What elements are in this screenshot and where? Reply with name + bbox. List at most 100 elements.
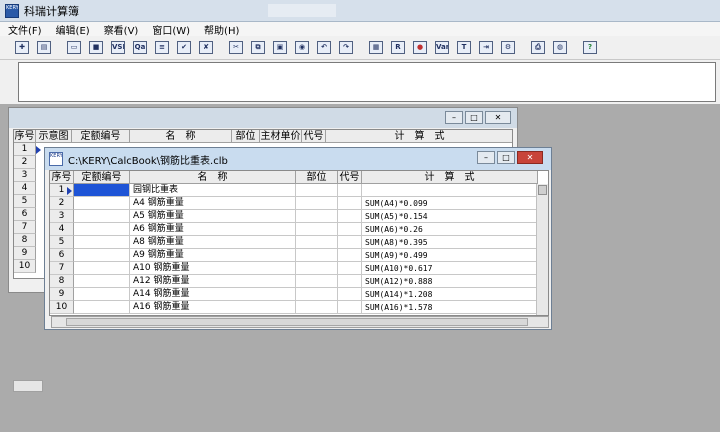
preview-icon[interactable]: ◍ [550,38,570,58]
delete-icon[interactable]: ✘ [196,38,216,58]
copy-icon[interactable]: ⧉ [248,38,268,58]
menu-view[interactable]: 察看(V) [96,22,145,37]
find-icon[interactable]: ◉ [292,38,312,58]
part-cell[interactable] [296,249,338,262]
code-cell[interactable] [338,262,362,275]
print-setup-icon[interactable]: ⚙ [498,38,518,58]
horizontal-scroll-thumb[interactable] [66,318,528,326]
quota-number-cell[interactable] [74,210,130,223]
r-icon[interactable]: R [388,38,408,58]
vertical-scrollbar[interactable] [536,184,548,315]
quota-number-cell[interactable] [74,197,130,210]
name-cell[interactable]: A14 钢筋重量 [130,288,296,301]
quota-number-cell[interactable] [74,236,130,249]
menu-window[interactable]: 窗口(W) [144,22,196,37]
part-cell[interactable] [296,301,338,314]
code-cell[interactable] [338,249,362,262]
check-icon[interactable]: ✔ [174,38,194,58]
part-cell[interactable] [296,210,338,223]
child-titlebar-back[interactable]: – □ ✕ [9,108,517,128]
table-row[interactable]: 2 A4 钢筋重量 SUM(A4)*0.099 [50,197,538,210]
code-cell[interactable] [338,223,362,236]
paste-icon[interactable]: ▣ [270,38,290,58]
menu-help[interactable]: 帮助(H) [196,22,245,37]
table-row[interactable]: 7 A10 钢筋重量 SUM(A10)*0.617 [50,262,538,275]
formula-input[interactable] [18,62,716,102]
formula-cell[interactable]: SUM(A5)*0.154 [362,210,538,223]
grid-front[interactable]: 序号 定额编号 名 称 部位 代号 计 算 式 1 园钢比重表 2 A4 钢筋重… [49,170,549,316]
name-cell[interactable]: A10 钢筋重量 [130,262,296,275]
menu-file[interactable]: 文件(F) [0,22,48,37]
name-cell[interactable]: A4 钢筋重量 [130,197,296,210]
code-cell[interactable] [338,275,362,288]
print-icon[interactable]: ⎙ [528,38,548,58]
undo-icon[interactable]: ↶ [314,38,334,58]
formula-cell[interactable]: SUM(A16)*1.578 [362,301,538,314]
formula-cell[interactable]: SUM(A14)*1.208 [362,288,538,301]
help-icon[interactable]: ? [580,38,600,58]
quota-number-cell[interactable] [74,288,130,301]
name-cell[interactable]: A12 钢筋重量 [130,275,296,288]
close-icon[interactable]: ✕ [485,111,511,124]
save-as-icon[interactable]: ▭ [64,38,84,58]
formula-cell[interactable]: SUM(A10)*0.617 [362,262,538,275]
vsb-icon[interactable]: VSB [108,38,128,58]
quota-number-cell[interactable] [74,223,130,236]
var-icon[interactable]: Var [432,38,452,58]
horizontal-scrollbar-back[interactable] [13,380,43,392]
part-cell[interactable] [296,197,338,210]
cut-icon[interactable]: ✂ [226,38,246,58]
maximize-icon[interactable]: □ [465,111,483,124]
table-row[interactable]: 4 A6 钢筋重量 SUM(A6)*0.26 [50,223,538,236]
color-icon[interactable]: ● [410,38,430,58]
quota-number-cell[interactable] [74,184,130,197]
part-cell[interactable] [296,223,338,236]
table-row[interactable]: 5 A8 钢筋重量 SUM(A8)*0.395 [50,236,538,249]
formula-cell[interactable]: SUM(A6)*0.26 [362,223,538,236]
close-icon[interactable]: ✕ [517,151,543,164]
minimize-icon[interactable]: – [477,151,495,164]
redo-icon[interactable]: ↷ [336,38,356,58]
part-cell[interactable] [296,262,338,275]
horizontal-scrollbar[interactable] [51,316,549,328]
table-row[interactable]: 10 A16 钢筋重量 SUM(A16)*1.578 [50,301,538,314]
formula-cell[interactable]: SUM(A12)*0.888 [362,275,538,288]
part-cell[interactable] [296,275,338,288]
formula-cell[interactable] [362,184,538,197]
quota-number-cell[interactable] [74,275,130,288]
quota-number-cell[interactable] [74,262,130,275]
menu-edit[interactable]: 编辑(E) [48,22,96,37]
dec-icon[interactable]: ⇥ [476,38,496,58]
code-cell[interactable] [338,301,362,314]
name-cell[interactable]: A6 钢筋重量 [130,223,296,236]
table-row[interactable]: 3 A5 钢筋重量 SUM(A5)*0.154 [50,210,538,223]
part-cell[interactable] [296,184,338,197]
name-cell[interactable]: A5 钢筋重量 [130,210,296,223]
save-icon[interactable]: ■ [86,38,106,58]
insert-row-icon[interactable]: ≡ [152,38,172,58]
quota-number-cell[interactable] [74,301,130,314]
calc-icon[interactable]: ▦ [366,38,386,58]
table-row[interactable]: 9 A14 钢筋重量 SUM(A14)*1.208 [50,288,538,301]
code-cell[interactable] [338,210,362,223]
maximize-icon[interactable]: □ [497,151,515,164]
formula-cell[interactable]: SUM(A4)*0.099 [362,197,538,210]
new-icon[interactable]: ✚ [12,38,32,58]
name-cell[interactable]: A9 钢筋重量 [130,249,296,262]
name-cell[interactable]: A16 钢筋重量 [130,301,296,314]
code-cell[interactable] [338,288,362,301]
formula-cell[interactable]: SUM(A8)*0.395 [362,236,538,249]
text-icon[interactable]: T [454,38,474,58]
code-cell[interactable] [338,197,362,210]
open-icon[interactable]: ▤ [34,38,54,58]
qa-icon[interactable]: Qa [130,38,150,58]
table-row[interactable]: 1 园钢比重表 [50,184,538,197]
part-cell[interactable] [296,236,338,249]
formula-cell[interactable]: SUM(A9)*0.499 [362,249,538,262]
vertical-scroll-thumb[interactable] [538,185,547,195]
child-titlebar-front[interactable]: KERY C:\KERY\CalcBook\钢筋比重表.clb – □ ✕ [45,148,551,170]
name-cell[interactable]: A8 钢筋重量 [130,236,296,249]
table-row[interactable]: 8 A12 钢筋重量 SUM(A12)*0.888 [50,275,538,288]
quota-number-cell[interactable] [74,249,130,262]
minimize-icon[interactable]: – [445,111,463,124]
